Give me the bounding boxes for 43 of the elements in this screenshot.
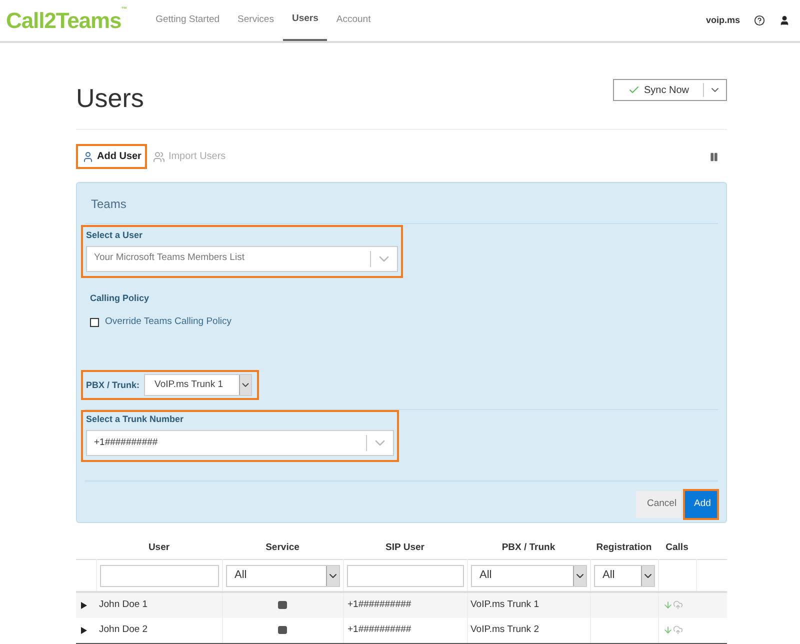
table-row[interactable]: John Doe 2 +1########## VoIP.ms Trunk 2: [76, 618, 727, 644]
filter-field[interactable]: [100, 564, 218, 586]
cancel-button[interactable]: Cancel: [636, 490, 681, 518]
panel-title: Teams: [85, 183, 718, 224]
checkbox[interactable]: [90, 318, 99, 327]
check-icon: [628, 84, 640, 96]
filter-field[interactable]: [346, 564, 464, 586]
trunk-number-dropdown[interactable]: +1##########: [86, 430, 394, 456]
column-header: SIP User: [343, 538, 467, 560]
table-row[interactable]: John Doe 1 +1########## VoIP.ms Trunk 1: [76, 592, 727, 618]
filter-dropdown[interactable]: All: [470, 564, 586, 586]
section-heading: Calling Policy: [90, 292, 150, 305]
account-name[interactable]: voip.ms: [706, 14, 740, 28]
table-cell: VoIP.ms Trunk 2: [467, 618, 590, 644]
column-header: Registration: [590, 538, 658, 560]
page-title: Users: [76, 85, 144, 111]
field-label: PBX / Trunk:: [86, 378, 140, 392]
nav-tab[interactable]: Account: [327, 0, 380, 41]
checkbox-label: Override Teams Calling Policy: [105, 315, 232, 329]
column-header: PBX / Trunk: [467, 538, 590, 560]
nav-tab[interactable]: Services: [228, 0, 283, 41]
help-icon[interactable]: [754, 15, 765, 26]
field-label: Select a Trunk Number: [86, 413, 185, 426]
column-header: Calls: [658, 538, 696, 560]
user-icon[interactable]: [779, 15, 790, 26]
person-icon: [82, 150, 94, 162]
user-dropdown[interactable]: Your Microsoft Teams Members List: [86, 246, 398, 272]
add-button[interactable]: Add: [683, 488, 719, 520]
toolbar-button[interactable]: Add User: [76, 144, 148, 169]
column-header: Service: [222, 538, 343, 560]
table-cell: John Doe 2: [96, 618, 222, 644]
expand-icon[interactable]: [81, 602, 87, 609]
expand-icon[interactable]: [81, 626, 87, 634]
column-header: User: [96, 538, 222, 560]
pbx-dropdown[interactable]: VoIP.ms Trunk 1: [144, 374, 252, 396]
filter-dropdown[interactable]: All: [594, 564, 654, 586]
nav-tab[interactable]: Users: [282, 0, 328, 41]
table-cell: +1##########: [343, 618, 467, 644]
nav-tab[interactable]: Getting Started: [146, 0, 229, 41]
field-label: Select a User: [86, 229, 144, 242]
sync-button[interactable]: Sync Now: [612, 79, 727, 101]
people-icon: [153, 150, 166, 162]
filter-dropdown[interactable]: All: [226, 564, 340, 586]
